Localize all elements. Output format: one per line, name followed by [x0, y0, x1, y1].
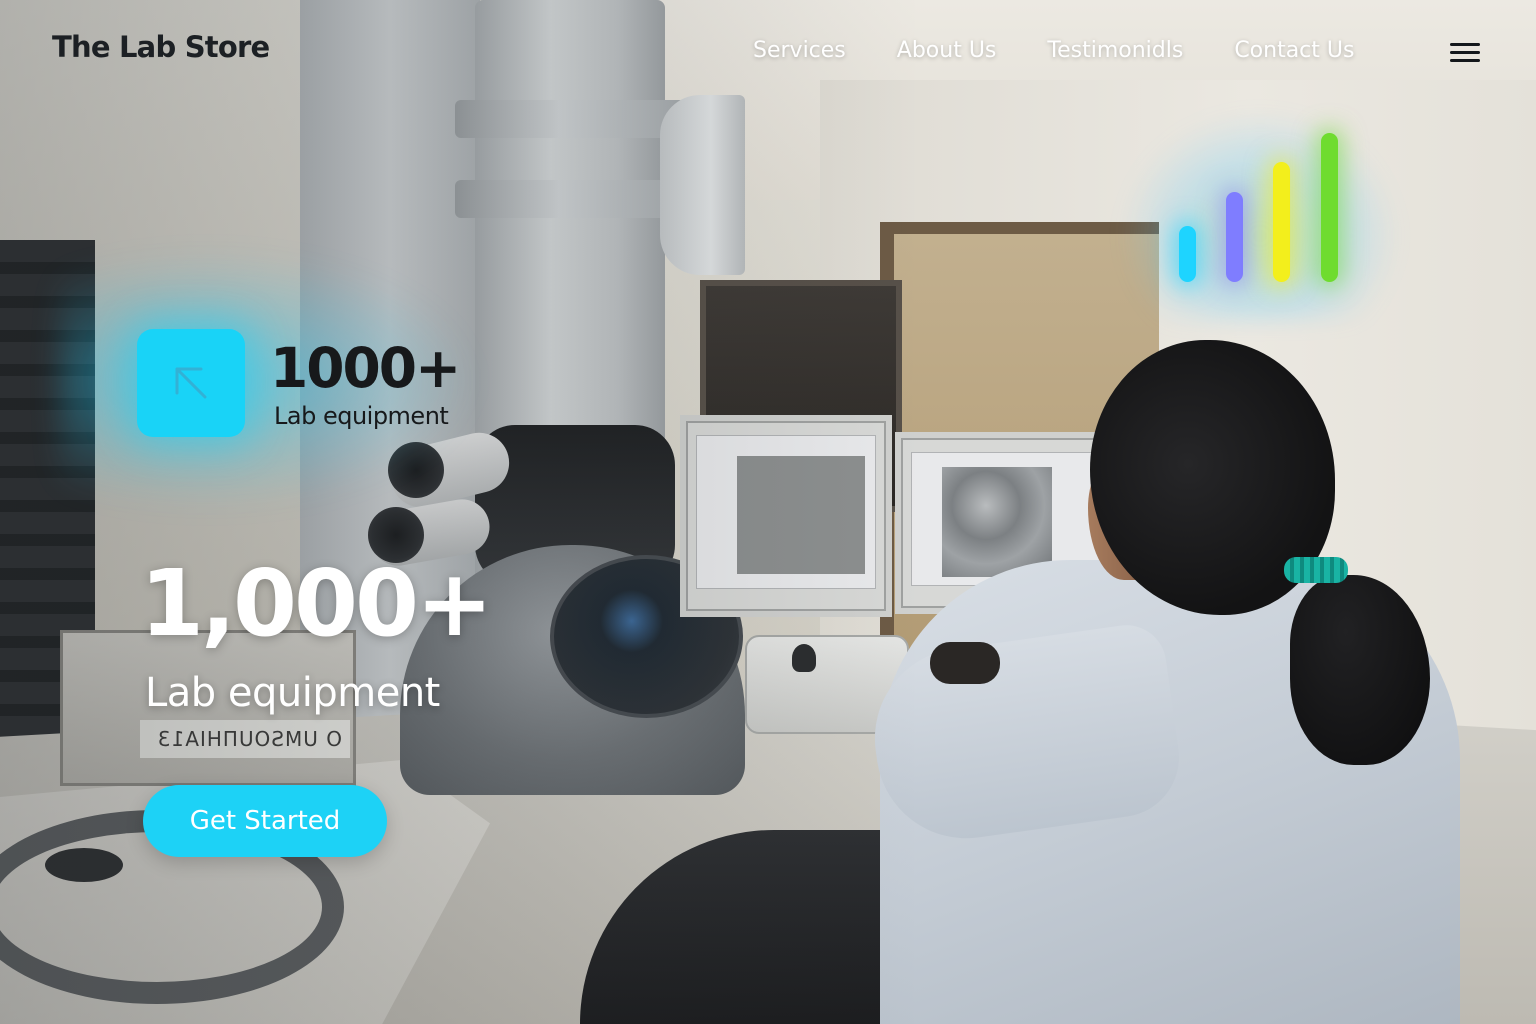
- landing-page: O UMSOUПHIA13 The Lab Store Services Abo…: [0, 0, 1536, 1024]
- glowing-bar-green: [1321, 133, 1338, 282]
- screen-image-pane: [737, 456, 865, 574]
- nav-link-contact-us[interactable]: Contact Us: [1234, 38, 1354, 63]
- stat-icon-tile: [137, 329, 245, 437]
- control-knob: [792, 644, 816, 672]
- nav-link-testimonials[interactable]: Testimonidls: [1047, 38, 1183, 63]
- screen-micrograph: [942, 467, 1052, 577]
- site-header: The Lab Store Services About Us Testimon…: [0, 0, 1536, 110]
- monitor-screen: [696, 435, 876, 589]
- monitor-left: [680, 415, 892, 617]
- menu-line: [1450, 59, 1480, 62]
- hero-label: Lab equipment: [145, 670, 440, 716]
- console-hole: [45, 848, 123, 882]
- nav-link-about-us[interactable]: About Us: [897, 38, 997, 63]
- arrow-up-left-icon: [175, 367, 207, 399]
- stat-label: Lab equipment: [274, 402, 449, 430]
- hamburger-menu-icon[interactable]: [1448, 42, 1482, 64]
- brand-logo[interactable]: The Lab Store: [52, 30, 270, 64]
- nav-link-services[interactable]: Services: [753, 38, 846, 63]
- stat-number: 1000+: [270, 336, 461, 400]
- bars-glow: [1120, 110, 1400, 320]
- microscope-ring: [455, 180, 685, 218]
- computer-mouse: [930, 642, 1000, 684]
- hair-tie: [1284, 557, 1348, 583]
- glowing-bar-violet: [1226, 192, 1243, 282]
- microscope-side-unit: [660, 95, 745, 275]
- menu-line: [1450, 51, 1480, 54]
- equipment-label: O UMSOUПHIA13: [140, 720, 350, 758]
- get-started-button[interactable]: Get Started: [143, 785, 387, 857]
- hero-number: 1,000+: [140, 550, 493, 657]
- glowing-bar-cyan: [1179, 226, 1196, 282]
- glowing-bar-yellow: [1273, 162, 1290, 282]
- menu-line: [1450, 43, 1480, 46]
- main-nav: Services About Us Testimonidls Contact U…: [753, 38, 1354, 63]
